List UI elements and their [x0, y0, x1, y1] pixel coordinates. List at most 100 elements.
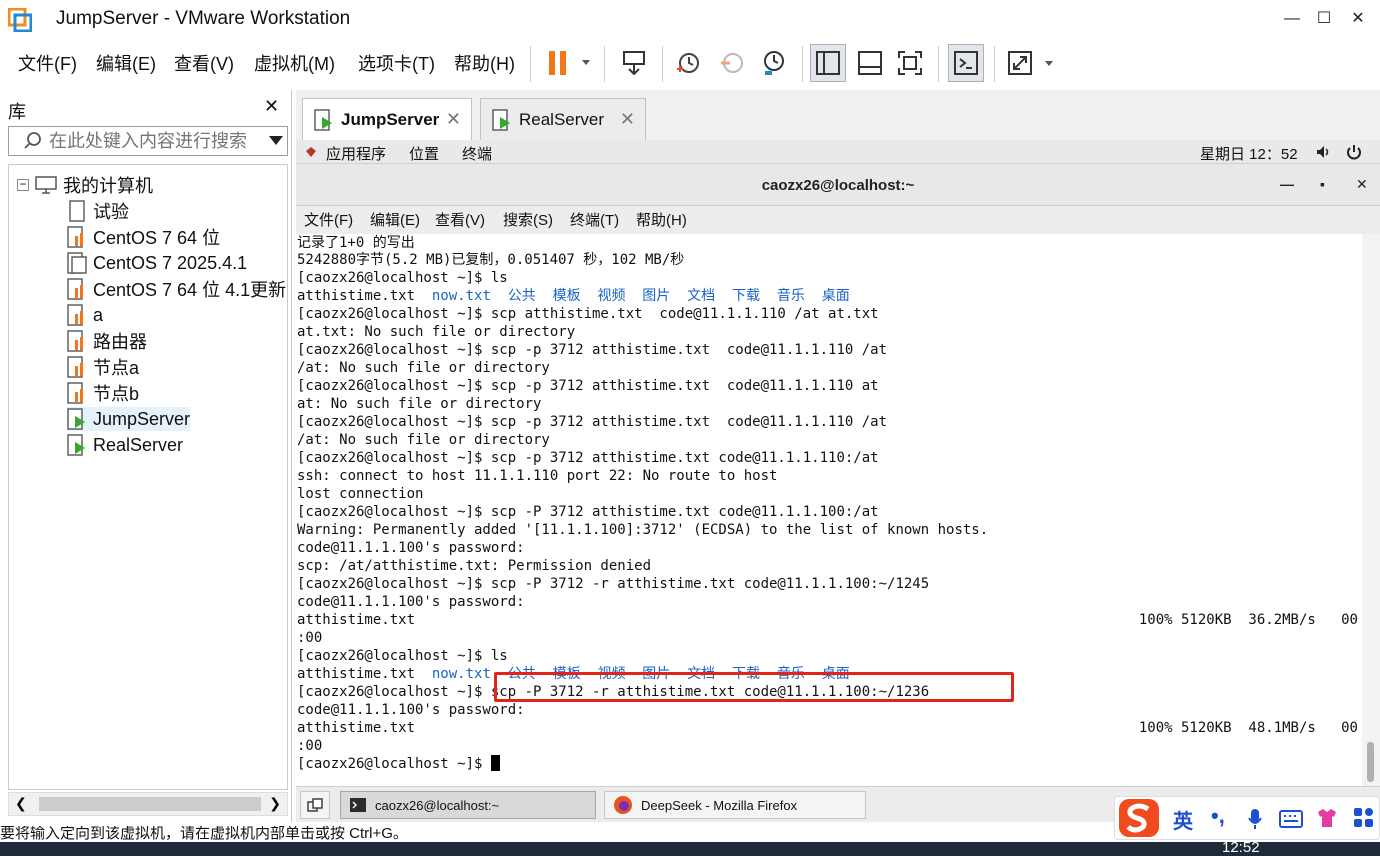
tree-item-vm[interactable]: CentOS 7 64 位 4.1更新	[67, 277, 286, 301]
taskbar-firefox[interactable]: DeepSeek - Mozilla Firefox	[604, 791, 866, 819]
revert-snapshot-button[interactable]	[714, 44, 750, 82]
console-icon	[954, 51, 978, 75]
terminal-menu-search[interactable]: 搜索(S)	[503, 209, 553, 230]
windows-icon	[307, 798, 323, 812]
vm-tab-strip: JumpServer ✕ RealServer ✕	[296, 90, 1380, 140]
library-tree: − 我的计算机 试验 CentOS 7 64 位 CentOS 7 2025.4…	[8, 164, 288, 790]
toolbar-separator	[802, 46, 803, 82]
tree-item-vm[interactable]: 节点b	[67, 381, 139, 405]
terminal-line: :00	[297, 630, 323, 646]
tree-label: RealServer	[93, 434, 184, 455]
terminal-line: scp: /at/atthistime.txt: Permission deni…	[297, 558, 652, 574]
tree-item-vm-selected[interactable]: JumpServer	[67, 407, 191, 431]
minimize-button[interactable]: —	[1278, 6, 1306, 32]
terminal-menu-edit[interactable]: 编辑(E)	[370, 209, 420, 230]
vm-running-icon	[67, 408, 85, 430]
scroll-left-icon[interactable]: ❮	[15, 795, 27, 812]
terminal-output[interactable]: 记录了1+0 的写出 5242880字节(5.2 MB)已复制，0.051407…	[296, 234, 1362, 786]
search-dropdown-icon[interactable]	[269, 136, 283, 145]
guest-clock[interactable]: 星期日 12：52	[1200, 143, 1298, 164]
tab-realserver[interactable]: RealServer ✕	[480, 98, 646, 140]
menu-edit[interactable]: 编辑(E)	[96, 50, 156, 76]
menu-help[interactable]: 帮助(H)	[454, 50, 515, 76]
terminal-line: atthistime.txt	[297, 720, 416, 736]
ime-language-toggle[interactable]: 英	[1173, 805, 1193, 834]
tab-close-icon[interactable]: ✕	[446, 109, 461, 130]
ime-punctuation-icon[interactable]: •,	[1211, 803, 1225, 829]
tree-item-vm[interactable]: CentOS 7 64 位	[67, 225, 220, 249]
vm-off-icon	[67, 304, 83, 326]
applications-menu[interactable]: 应用程序	[326, 143, 386, 164]
red-highlight-annotation	[494, 672, 1014, 702]
scrollbar-thumb[interactable]	[1367, 742, 1374, 782]
tab-jumpserver[interactable]: JumpServer ✕	[302, 98, 472, 140]
snapshot-button[interactable]	[670, 44, 706, 82]
terminal-maximize-button[interactable]: ▪	[1320, 176, 1325, 192]
menu-tabs[interactable]: 选项卡(T)	[358, 50, 435, 76]
terminal-scrollbar[interactable]	[1362, 234, 1380, 786]
terminal-menu-file[interactable]: 文件(F)	[304, 209, 353, 230]
terminal-menu-terminal[interactable]: 终端(T)	[570, 209, 619, 230]
tree-item-vm[interactable]: 试验	[67, 199, 129, 223]
terminal-menu-help[interactable]: 帮助(H)	[636, 209, 687, 230]
terminal-title: caozx26@localhost:~	[761, 177, 915, 194]
terminal-menubar: 文件(F) 编辑(E) 查看(V) 搜索(S) 终端(T) 帮助(H)	[296, 206, 1380, 234]
computer-send-icon	[623, 51, 645, 76]
terminal-app-menu[interactable]: 终端	[462, 143, 492, 164]
toolbox-grid-icon[interactable]	[1353, 807, 1375, 829]
collapse-icon[interactable]: −	[17, 178, 29, 191]
library-search-box[interactable]	[8, 126, 288, 156]
menu-file[interactable]: 文件(F)	[18, 50, 77, 76]
sogou-logo-icon[interactable]	[1117, 797, 1165, 839]
menu-view[interactable]: 查看(V)	[174, 50, 234, 76]
console-view-button[interactable]	[948, 44, 984, 82]
terminal-close-button[interactable]: ✕	[1356, 176, 1368, 193]
terminal-line: [caozx26@localhost ~]$ scp -p 3712 atthi…	[297, 342, 888, 358]
terminal-menu-view[interactable]: 查看(V)	[435, 209, 485, 230]
vmware-logo-icon	[8, 8, 32, 32]
terminal-minimize-button[interactable]: —	[1280, 176, 1294, 192]
send-ctrl-alt-del-button[interactable]	[616, 44, 652, 82]
library-layout-icon	[816, 51, 840, 75]
tree-label: 我的计算机	[63, 176, 153, 196]
tree-item-vm[interactable]: a	[67, 303, 103, 327]
power-icon[interactable]	[1346, 144, 1362, 160]
stretch-guest-button[interactable]	[1004, 44, 1060, 82]
scroll-right-icon[interactable]: ❯	[269, 795, 281, 812]
places-menu[interactable]: 位置	[409, 143, 439, 164]
keyboard-icon[interactable]	[1279, 810, 1303, 828]
tree-item-vm[interactable]: RealServer	[67, 433, 183, 457]
library-close-icon[interactable]: ✕	[264, 96, 279, 117]
maximize-button[interactable]: ☐	[1310, 6, 1338, 32]
microphone-icon[interactable]	[1247, 808, 1263, 830]
volume-icon[interactable]	[1316, 145, 1332, 159]
skin-shirt-icon[interactable]	[1315, 807, 1339, 829]
close-button[interactable]: ✕	[1344, 6, 1372, 32]
show-desktop-button[interactable]	[300, 791, 330, 819]
show-library-button[interactable]	[810, 44, 846, 82]
library-search-input[interactable]	[49, 130, 265, 152]
pause-button[interactable]	[540, 44, 596, 82]
tree-root-my-computer[interactable]: − 我的计算机	[17, 173, 153, 197]
toolbar-separator	[994, 46, 995, 82]
tree-label: 试验	[93, 202, 129, 222]
vm-off-icon	[67, 226, 83, 248]
host-clock[interactable]: 12:52	[1222, 839, 1260, 856]
tree-item-vm[interactable]: 节点a	[67, 355, 139, 379]
library-horizontal-scrollbar[interactable]: ❮ ❯	[8, 792, 288, 816]
toolbar-separator	[530, 46, 531, 82]
taskbar-terminal[interactable]: caozx26@localhost:~	[340, 791, 596, 819]
snapshot-manager-button[interactable]	[756, 44, 792, 82]
pause-icon	[549, 51, 590, 75]
snapshot-manager-icon	[764, 51, 784, 75]
tree-item-vm[interactable]: 路由器	[67, 329, 147, 353]
menu-vm[interactable]: 虚拟机(M)	[254, 50, 335, 76]
tree-label: 节点a	[93, 358, 140, 378]
tree-item-vm[interactable]: CentOS 7 2025.4.1	[67, 251, 247, 275]
tree-label: CentOS 7 64 位 4.1更新	[93, 280, 287, 300]
ls-dirs: now.txt 公共 模板 视频 图片 文档 下载 音乐 桌面	[431, 288, 850, 304]
thumbnail-bar-button[interactable]	[852, 44, 888, 82]
fullscreen-button[interactable]	[892, 44, 928, 82]
scrollbar-thumb[interactable]	[39, 797, 261, 811]
tab-close-icon[interactable]: ✕	[620, 109, 635, 130]
